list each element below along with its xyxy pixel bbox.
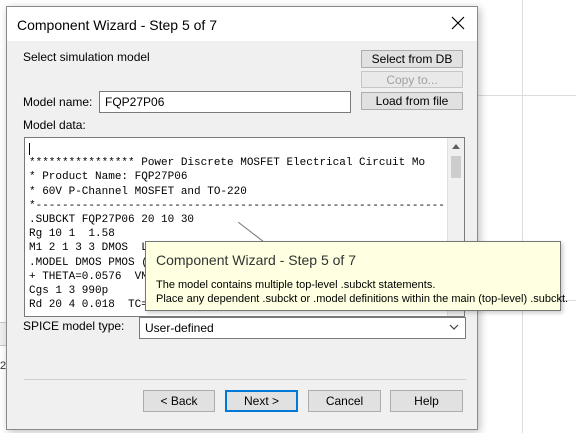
select-from-db-button[interactable]: Select from DB xyxy=(361,50,463,68)
component-wizard-dialog: Component Wizard - Step 5 of 7 Select si… xyxy=(6,6,478,430)
spice-model-type-select[interactable]: User-defined xyxy=(139,317,466,339)
cancel-button[interactable]: Cancel xyxy=(308,390,381,412)
code-line: *---------------------------------------… xyxy=(29,199,444,212)
validation-tooltip: Component Wizard - Step 5 of 7 The model… xyxy=(145,241,568,311)
code-line: **************** Power Discrete MOSFET E… xyxy=(29,157,426,170)
close-icon[interactable] xyxy=(449,14,467,32)
dialog-title: Component Wizard - Step 5 of 7 xyxy=(17,17,217,33)
chevron-down-icon xyxy=(449,324,459,330)
code-line: Rg 10 1 1.58 xyxy=(29,228,115,241)
next-button[interactable]: Next > xyxy=(225,390,298,412)
load-from-file-button[interactable]: Load from file xyxy=(361,92,463,110)
code-line: * Product Name: FQP27P06 xyxy=(29,171,188,184)
model-name-input[interactable] xyxy=(99,91,351,113)
code-line: .SUBCKT FQP27P06 20 10 30 xyxy=(29,214,195,227)
tooltip-title: Component Wizard - Step 5 of 7 xyxy=(156,252,356,268)
tooltip-message-line: The model contains multiple top-level .s… xyxy=(156,279,436,291)
grid-line xyxy=(522,0,523,433)
tooltip-message-line: Place any dependent .subckt or .model de… xyxy=(156,293,569,305)
text-caret xyxy=(29,143,30,155)
instruction-label: Select simulation model xyxy=(23,50,150,64)
title-bar: Component Wizard - Step 5 of 7 xyxy=(7,7,477,41)
model-name-label: Model name: xyxy=(23,95,93,109)
footer-separator xyxy=(24,379,466,380)
model-data-label: Model data: xyxy=(23,118,86,132)
spice-model-type-value: User-defined xyxy=(145,321,214,335)
copy-to-button[interactable]: Copy to... xyxy=(361,71,463,88)
help-button[interactable]: Help xyxy=(390,390,463,412)
code-line: * 60V P-Channel MOSFET and TO-220 xyxy=(29,185,247,198)
back-button[interactable]: < Back xyxy=(143,390,215,412)
grid-line xyxy=(478,95,576,96)
scroll-up-arrow-icon[interactable] xyxy=(452,144,460,149)
spice-model-type-label: SPICE model type: xyxy=(23,319,125,333)
scrollbar-thumb[interactable] xyxy=(451,156,461,178)
